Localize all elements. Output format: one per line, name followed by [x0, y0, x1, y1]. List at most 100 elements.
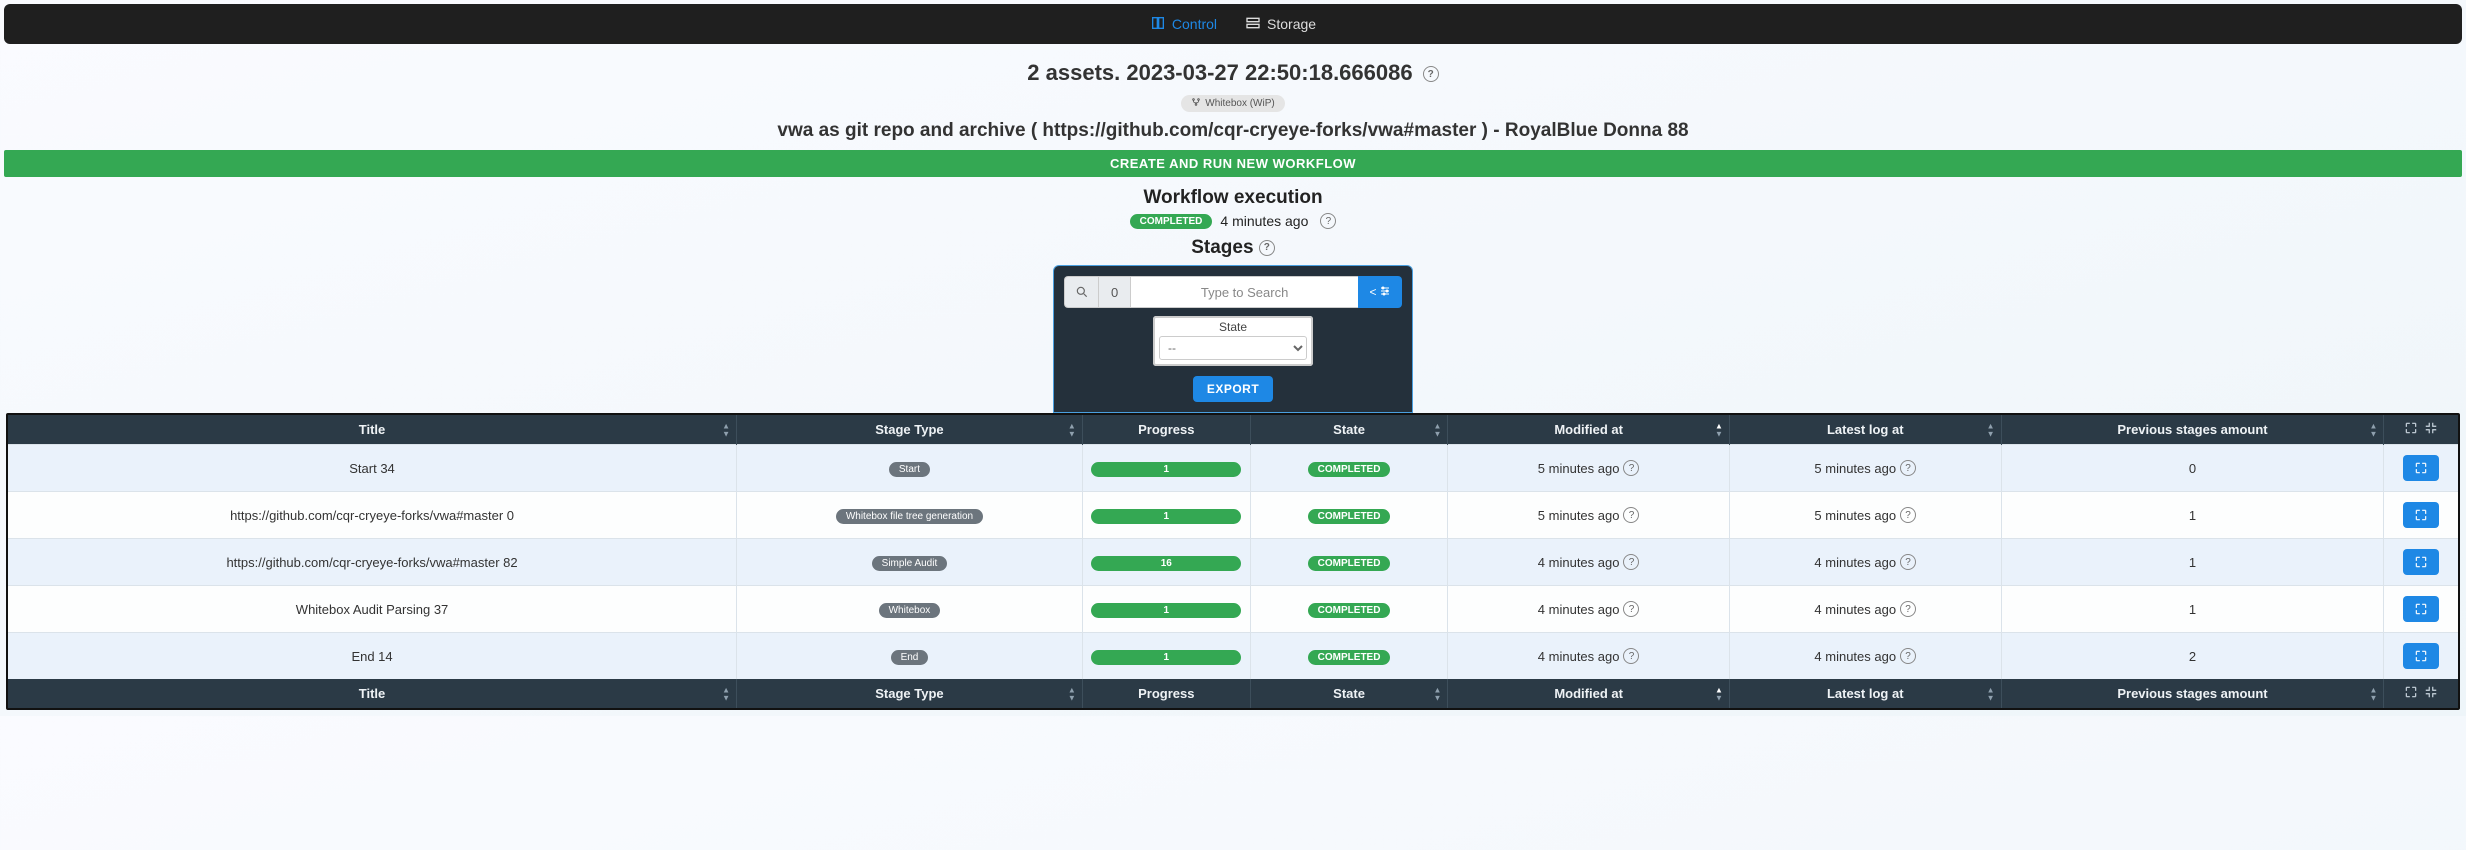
fcol-modified-label: Modified at	[1554, 686, 1623, 701]
fcol-prev-stages[interactable]: Previous stages amount▲▼	[2001, 679, 2384, 708]
sort-icon: ▲▼	[1715, 422, 1723, 437]
col-progress[interactable]: Progress	[1082, 415, 1250, 445]
filter-toggle-caret: <	[1369, 285, 1376, 299]
cell-progress: 1	[1082, 445, 1250, 492]
col-title-label: Title	[359, 422, 386, 437]
stages-filter-panel: 0 < State -- EXPORT	[1053, 265, 1413, 413]
table-row: https://github.com/cqr-cryeye-forks/vwa#…	[8, 539, 2458, 586]
help-icon[interactable]: ?	[1900, 554, 1916, 570]
cell-title: Whitebox Audit Parsing 37	[8, 586, 737, 633]
create-workflow-button[interactable]: CREATE AND RUN NEW WORKFLOW	[4, 150, 2462, 177]
stage-type-tag: Whitebox	[879, 603, 941, 618]
expand-row-button[interactable]	[2403, 502, 2439, 528]
state-pill: COMPLETED	[1308, 509, 1391, 524]
expand-row-button[interactable]	[2403, 643, 2439, 669]
stages-table-body: Start 34Start1COMPLETED5 minutes ago ?5 …	[8, 445, 2458, 680]
fcol-progress[interactable]: Progress	[1082, 679, 1250, 708]
cell-modified: 4 minutes ago ?	[1448, 586, 1730, 633]
help-icon[interactable]: ?	[1900, 460, 1916, 476]
storage-icon	[1245, 15, 1261, 34]
search-input[interactable]	[1130, 276, 1358, 308]
expand-all-button[interactable]	[2402, 421, 2420, 438]
cell-actions	[2384, 586, 2458, 633]
help-icon[interactable]: ?	[1900, 507, 1916, 523]
help-icon[interactable]: ?	[1623, 601, 1639, 617]
expand-row-button[interactable]	[2403, 455, 2439, 481]
help-icon[interactable]: ?	[1623, 648, 1639, 664]
help-icon[interactable]: ?	[1423, 66, 1439, 82]
sort-icon: ▲▼	[1433, 686, 1441, 701]
cell-prev-stages: 2	[2001, 633, 2384, 680]
fcol-title[interactable]: Title ▲▼	[8, 679, 737, 708]
help-icon[interactable]: ?	[1623, 554, 1639, 570]
cell-modified: 5 minutes ago ?	[1448, 492, 1730, 539]
help-icon[interactable]: ?	[1259, 240, 1275, 256]
search-icon	[1064, 276, 1098, 308]
fork-icon	[1191, 97, 1201, 110]
fcol-modified[interactable]: Modified at▲▼	[1448, 679, 1730, 708]
help-icon[interactable]: ?	[1320, 213, 1336, 229]
create-workflow-label: CREATE AND RUN NEW WORKFLOW	[1110, 156, 1356, 171]
repo-subtitle: vwa as git repo and archive ( https://gi…	[0, 120, 2466, 142]
fcol-latest-log[interactable]: Latest log at▲▼	[1729, 679, 2001, 708]
col-modified[interactable]: Modified at▲▼	[1448, 415, 1730, 445]
fcol-title-label: Title	[359, 686, 386, 701]
nav-control[interactable]: Control	[1150, 15, 1217, 34]
nav-storage[interactable]: Storage	[1245, 15, 1316, 34]
filter-toggle-button[interactable]: <	[1358, 276, 1402, 308]
cell-state: COMPLETED	[1250, 633, 1448, 680]
col-log-label: Latest log at	[1827, 422, 1904, 437]
stage-type-tag: Whitebox file tree generation	[836, 509, 983, 524]
col-title[interactable]: Title▲▼	[8, 415, 737, 445]
cell-latest-log: 4 minutes ago ?	[1729, 586, 2001, 633]
cell-modified: 4 minutes ago ?	[1448, 539, 1730, 586]
workflow-exec-title: Workflow execution	[0, 187, 2466, 209]
cell-modified: 4 minutes ago ?	[1448, 633, 1730, 680]
table-row: Whitebox Audit Parsing 37Whitebox1COMPLE…	[8, 586, 2458, 633]
cell-latest-log: 5 minutes ago ?	[1729, 445, 2001, 492]
state-filter-label: State	[1159, 320, 1307, 334]
cell-actions	[2384, 492, 2458, 539]
cell-type: Whitebox	[737, 586, 1083, 633]
assets-title-text: 2 assets. 2023-03-27 22:50:18.666086	[1027, 60, 1412, 85]
filter-count: 0	[1098, 276, 1130, 308]
cell-type: Start	[737, 445, 1083, 492]
col-latest-log[interactable]: Latest log at ▲▼	[1729, 415, 2001, 445]
col-state[interactable]: State▲▼	[1250, 415, 1448, 445]
assets-title: 2 assets. 2023-03-27 22:50:18.666086 ?	[0, 60, 2466, 86]
export-button-label: EXPORT	[1207, 382, 1259, 396]
expand-row-button[interactable]	[2403, 549, 2439, 575]
help-icon[interactable]: ?	[1623, 460, 1639, 476]
collapse-all-button[interactable]	[2422, 421, 2440, 438]
sort-icon: ▲▼	[1987, 422, 1995, 437]
sort-icon: ▲▼	[1068, 686, 1076, 701]
expand-all-button[interactable]	[2402, 685, 2420, 702]
sort-icon: ▲▼	[722, 686, 730, 701]
sort-icon: ▲▼	[1987, 686, 1995, 701]
fcol-prev-label: Previous stages amount	[2117, 686, 2267, 701]
fcol-type-label: Stage Type	[875, 686, 943, 701]
help-icon[interactable]: ?	[1900, 601, 1916, 617]
help-icon[interactable]: ?	[1900, 648, 1916, 664]
whitebox-wip-chip[interactable]: Whitebox (WiP)	[1181, 95, 1284, 112]
fcol-actions	[2384, 679, 2458, 708]
fcol-stage-type[interactable]: Stage Type ▲▼	[737, 679, 1083, 708]
table-row: End 14End1COMPLETED4 minutes ago ?4 minu…	[8, 633, 2458, 680]
state-pill: COMPLETED	[1308, 462, 1391, 477]
fcol-state[interactable]: State▲▼	[1250, 679, 1448, 708]
help-icon[interactable]: ?	[1623, 507, 1639, 523]
chip-row: Whitebox (WiP)	[0, 94, 2466, 112]
progress-pill: 1	[1091, 462, 1241, 477]
table-row: Start 34Start1COMPLETED5 minutes ago ?5 …	[8, 445, 2458, 492]
cell-title: End 14	[8, 633, 737, 680]
state-filter-box: State --	[1153, 316, 1313, 366]
col-stage-type[interactable]: Stage Type▲▼	[737, 415, 1083, 445]
cell-progress: 1	[1082, 633, 1250, 680]
export-button[interactable]: EXPORT	[1193, 376, 1273, 402]
collapse-all-button[interactable]	[2422, 685, 2440, 702]
workflow-exec-title-text: Workflow execution	[1143, 187, 1322, 208]
state-filter-select[interactable]: --	[1159, 336, 1307, 360]
expand-row-button[interactable]	[2403, 596, 2439, 622]
cell-latest-log: 5 minutes ago ?	[1729, 492, 2001, 539]
col-prev-stages[interactable]: Previous stages amount▲▼	[2001, 415, 2384, 445]
